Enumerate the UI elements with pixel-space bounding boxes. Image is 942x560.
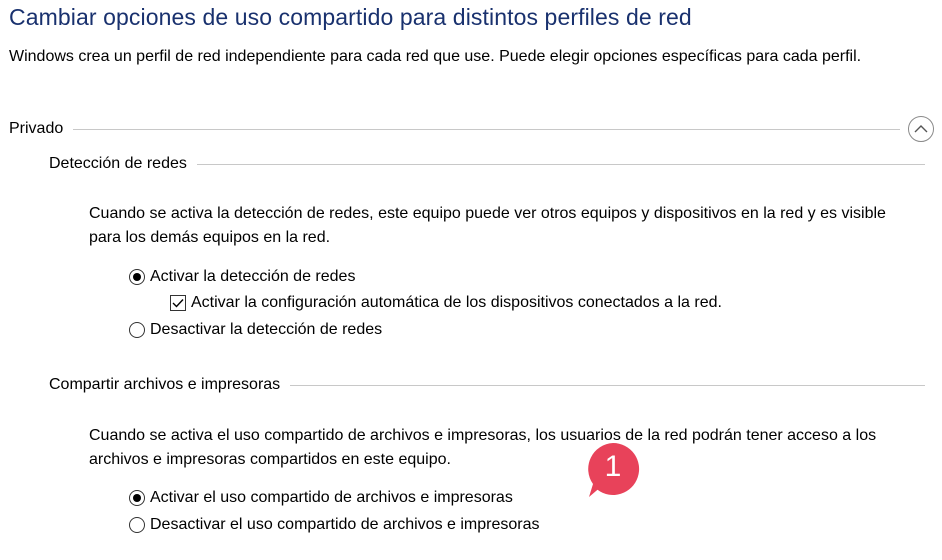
file-printer-sharing-divider bbox=[290, 384, 925, 386]
auto-setup-checkbox[interactable]: Activar la configuración automática de l… bbox=[170, 294, 722, 312]
page-title: Cambiar opciones de uso compartido para … bbox=[9, 4, 692, 30]
file-sharing-on-radio[interactable]: Activar el uso compartido de archivos e … bbox=[129, 489, 513, 507]
collapse-profile-button[interactable] bbox=[908, 116, 934, 142]
profile-divider bbox=[73, 128, 900, 130]
network-discovery-on-label: Activar la detección de redes bbox=[150, 268, 356, 285]
file-sharing-off-radio[interactable]: Desactivar el uso compartido de archivos… bbox=[129, 516, 540, 534]
network-discovery-description: Cuando se activa la detección de redes, … bbox=[89, 205, 886, 246]
auto-setup-label: Activar la configuración automática de l… bbox=[191, 294, 722, 311]
checkbox-checked-icon bbox=[170, 295, 186, 311]
chevron-up-icon bbox=[914, 125, 928, 133]
network-discovery-off-label: Desactivar la detección de redes bbox=[150, 321, 383, 338]
radio-selected-icon bbox=[129, 269, 145, 285]
sharing-settings-page: Cambiar opciones de uso compartido para … bbox=[0, 0, 942, 560]
network-discovery-on-radio[interactable]: Activar la detección de redes bbox=[129, 268, 355, 286]
annotation-number: 1 bbox=[604, 450, 622, 483]
network-discovery-divider bbox=[196, 163, 925, 165]
file-sharing-off-label: Desactivar el uso compartido de archivos… bbox=[150, 516, 540, 533]
annotation-marker: 1 bbox=[585, 441, 641, 497]
file-printer-sharing-description: Cuando se activa el uso compartido de ar… bbox=[89, 427, 877, 468]
file-printer-sharing-header: Compartir archivos e impresoras bbox=[49, 376, 925, 394]
radio-selected-icon bbox=[129, 490, 145, 506]
radio-unselected-icon bbox=[129, 517, 145, 533]
network-discovery-off-radio[interactable]: Desactivar la detección de redes bbox=[129, 321, 382, 339]
network-discovery-header: Detección de redes bbox=[49, 155, 925, 173]
network-discovery-heading: Detección de redes bbox=[49, 155, 187, 172]
profile-name: Privado bbox=[9, 120, 64, 137]
radio-unselected-icon bbox=[129, 322, 145, 338]
file-sharing-on-label: Activar el uso compartido de archivos e … bbox=[150, 489, 513, 506]
file-printer-sharing-heading: Compartir archivos e impresoras bbox=[49, 376, 281, 393]
profile-header: Privado bbox=[9, 116, 934, 142]
page-intro: Windows crea un perfil de red independie… bbox=[9, 48, 862, 65]
